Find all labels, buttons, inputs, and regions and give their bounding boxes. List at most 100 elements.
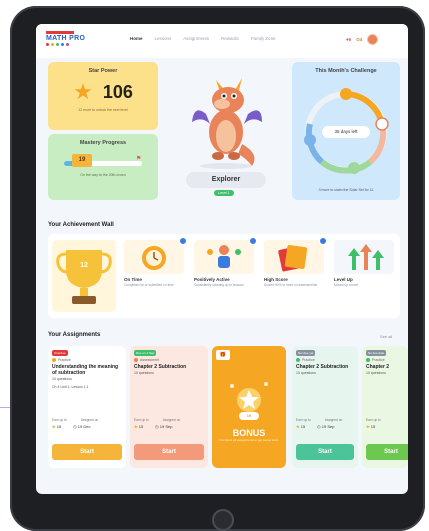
trophy-book-icon bbox=[278, 244, 308, 272]
assignment-title: Chapter 2 Subtraction bbox=[296, 364, 349, 370]
assignment-title: Understanding the meaning of subtraction bbox=[52, 364, 119, 376]
assignment-card[interactable]: Overdue Practice Understanding the meani… bbox=[48, 346, 126, 468]
achievement-on-time[interactable]: On Time Completed on or submitted on tim… bbox=[124, 237, 190, 312]
bonus-value: 19 bbox=[239, 412, 259, 420]
assignment-meta-labels: Earn up to bbox=[366, 418, 381, 422]
nav-assignments[interactable]: Assignments bbox=[183, 36, 209, 41]
character-level-tag: Level 1 bbox=[214, 190, 234, 196]
achievement-wall-title: Your Achievement Wall bbox=[48, 222, 114, 228]
star-icon: ★ bbox=[73, 79, 93, 104]
logo-dots bbox=[46, 43, 85, 46]
arrow-up-icon bbox=[348, 244, 384, 270]
stage: MATH PRO Home Lessons Assignments Reward… bbox=[0, 0, 429, 531]
achievement-desc: Scored 90% or more on assessments bbox=[264, 283, 318, 287]
mastery-title: Mastery Progress bbox=[79, 140, 127, 146]
start-button[interactable]: Start bbox=[134, 444, 204, 460]
star-power-subtitle: 12 more to unlock the next level bbox=[78, 108, 128, 112]
flag-icon: ⚑ bbox=[136, 156, 142, 162]
person-icon bbox=[207, 245, 241, 268]
assignment-card[interactable]: Due on 1 Sep Assessment Chapter 2 Subtra… bbox=[130, 346, 208, 468]
status-badge: Due on 1 Sep bbox=[134, 350, 157, 356]
mastery-progress-card[interactable]: Mastery Progress 19 ⚑ On the way to the … bbox=[48, 134, 158, 200]
start-button[interactable]: Start bbox=[366, 444, 408, 460]
dragon-icon bbox=[192, 78, 262, 169]
achievement-count-dot bbox=[319, 237, 327, 245]
status-badge: Not due yet bbox=[296, 350, 316, 356]
top-header: MATH PRO Home Lessons Assignments Reward… bbox=[36, 24, 408, 58]
assignment-type: Practice bbox=[52, 358, 126, 362]
nav-home[interactable]: Home bbox=[130, 36, 143, 41]
clock-icon bbox=[142, 246, 166, 270]
achievement-desc: Completed on or submitted on time bbox=[124, 283, 174, 287]
levelup-icon-box bbox=[334, 240, 394, 274]
nav-rewards[interactable]: Rewards bbox=[221, 36, 239, 41]
bonus-card[interactable]: 🎁 19 BONUS Complete all assignments to g… bbox=[212, 346, 286, 468]
achievement-positively-active[interactable]: Positively Active Consistently showing u… bbox=[194, 237, 260, 312]
start-button[interactable]: Start bbox=[296, 444, 354, 460]
bonus-subtitle: Complete all assignments to get bonus st… bbox=[219, 438, 279, 442]
achievement-wall: 12 On Time Completed on or submitted on … bbox=[48, 234, 400, 318]
assignment-meta-labels: Earn up to Assigned on bbox=[296, 418, 343, 422]
achievement-title: High Score bbox=[264, 277, 288, 282]
score-icon-box bbox=[264, 237, 327, 274]
trophy-value: 12 bbox=[80, 262, 88, 269]
monthly-challenge-card[interactable]: This Month's Challenge 35 days left 3 mo… bbox=[292, 62, 400, 200]
app-screen: MATH PRO Home Lessons Assignments Reward… bbox=[36, 24, 408, 494]
status-badge: No due date bbox=[366, 350, 387, 356]
achievement-title: Level Up bbox=[334, 277, 353, 282]
achievement-desc: Consistently showing up to lessons bbox=[194, 283, 244, 287]
assignment-title: Chapter 2 Subtraction bbox=[134, 364, 187, 370]
star-power-row: ★ 106 bbox=[48, 81, 158, 103]
achievement-level-up[interactable]: Level Up Moved up a level bbox=[334, 240, 400, 312]
mastery-progress-bar: 19 ⚑ bbox=[64, 154, 142, 168]
status-badge: Overdue bbox=[52, 350, 68, 356]
nav-lessons[interactable]: Lessons bbox=[155, 36, 172, 41]
nav-family-zone[interactable]: Family Zone bbox=[251, 36, 276, 41]
assignment-meta-labels: Earn up to Assigned on bbox=[52, 418, 99, 422]
start-button[interactable]: Start bbox=[52, 444, 122, 460]
star-power-title: Star Power bbox=[88, 68, 118, 74]
challenge-subtitle: 3 more to claim the Solar Set for 11 bbox=[318, 188, 374, 192]
assignment-lesson: Ch 4 Unit 1, Lesson 1.1 bbox=[52, 385, 89, 389]
achievement-high-score[interactable]: High Score Scored 90% or more on assessm… bbox=[264, 237, 330, 312]
assignment-meta-values: ★ 15 ◷ 19 Sep bbox=[296, 424, 335, 429]
hearts-badge[interactable]: ♥6 bbox=[346, 37, 351, 42]
app-logo[interactable]: MATH PRO bbox=[46, 31, 85, 46]
logo-title: MATH PRO bbox=[46, 35, 86, 42]
challenge-time-left: 35 days left bbox=[334, 129, 358, 134]
achievement-count-dot bbox=[179, 237, 187, 245]
assignment-questions: 10 questions bbox=[134, 371, 154, 375]
assignment-meta-values: ★ 15 ◷ 19 Sep bbox=[134, 424, 173, 429]
clock-icon-box bbox=[124, 237, 187, 274]
see-all-link[interactable]: See all bbox=[380, 334, 392, 339]
trophy-card[interactable]: 12 bbox=[52, 240, 116, 312]
character-card[interactable]: Explorer Level 1 bbox=[176, 74, 276, 204]
assignment-type: Practice bbox=[296, 358, 358, 362]
assignments-title: Your Assignments bbox=[48, 332, 101, 338]
home-button[interactable] bbox=[212, 509, 234, 531]
mastery-subtitle: On the way to the 20th crown bbox=[80, 173, 126, 177]
assignment-type: Assessment bbox=[134, 358, 208, 362]
bonus-title: BONUS bbox=[232, 428, 266, 438]
achievement-desc: Moved up a level bbox=[334, 283, 359, 287]
star-power-value: 106 bbox=[102, 81, 133, 102]
assignment-card[interactable]: No due date Practice Chapter 2 10 questi… bbox=[362, 346, 408, 468]
assignment-questions: 10 questions bbox=[52, 377, 72, 381]
challenge-title: This Month's Challenge bbox=[315, 68, 377, 74]
main-nav: Home Lessons Assignments Rewards Family … bbox=[130, 36, 276, 41]
points-badge[interactable]: O4 bbox=[356, 37, 362, 42]
assignment-meta-values: ★ 15 bbox=[366, 424, 376, 429]
character-name: Explorer bbox=[186, 172, 266, 188]
user-avatar[interactable] bbox=[367, 34, 379, 45]
logo-bar bbox=[46, 31, 74, 34]
assignment-title: Chapter 2 bbox=[366, 364, 390, 370]
header-status: ♥6 O4 bbox=[346, 34, 379, 45]
assignment-meta-values: ★ 15 ◷ 19 Dec bbox=[52, 424, 91, 429]
trophy-icon bbox=[56, 250, 112, 304]
assignment-card[interactable]: Not due yet Practice Chapter 2 Subtracti… bbox=[292, 346, 358, 468]
achievement-title: Positively Active bbox=[194, 277, 230, 282]
star-power-card[interactable]: Star Power ★ 106 12 more to unlock the n… bbox=[48, 62, 158, 130]
achievement-title: On Time bbox=[124, 277, 142, 282]
active-icon-box bbox=[194, 237, 257, 274]
assignment-questions: 10 questions bbox=[296, 371, 316, 375]
